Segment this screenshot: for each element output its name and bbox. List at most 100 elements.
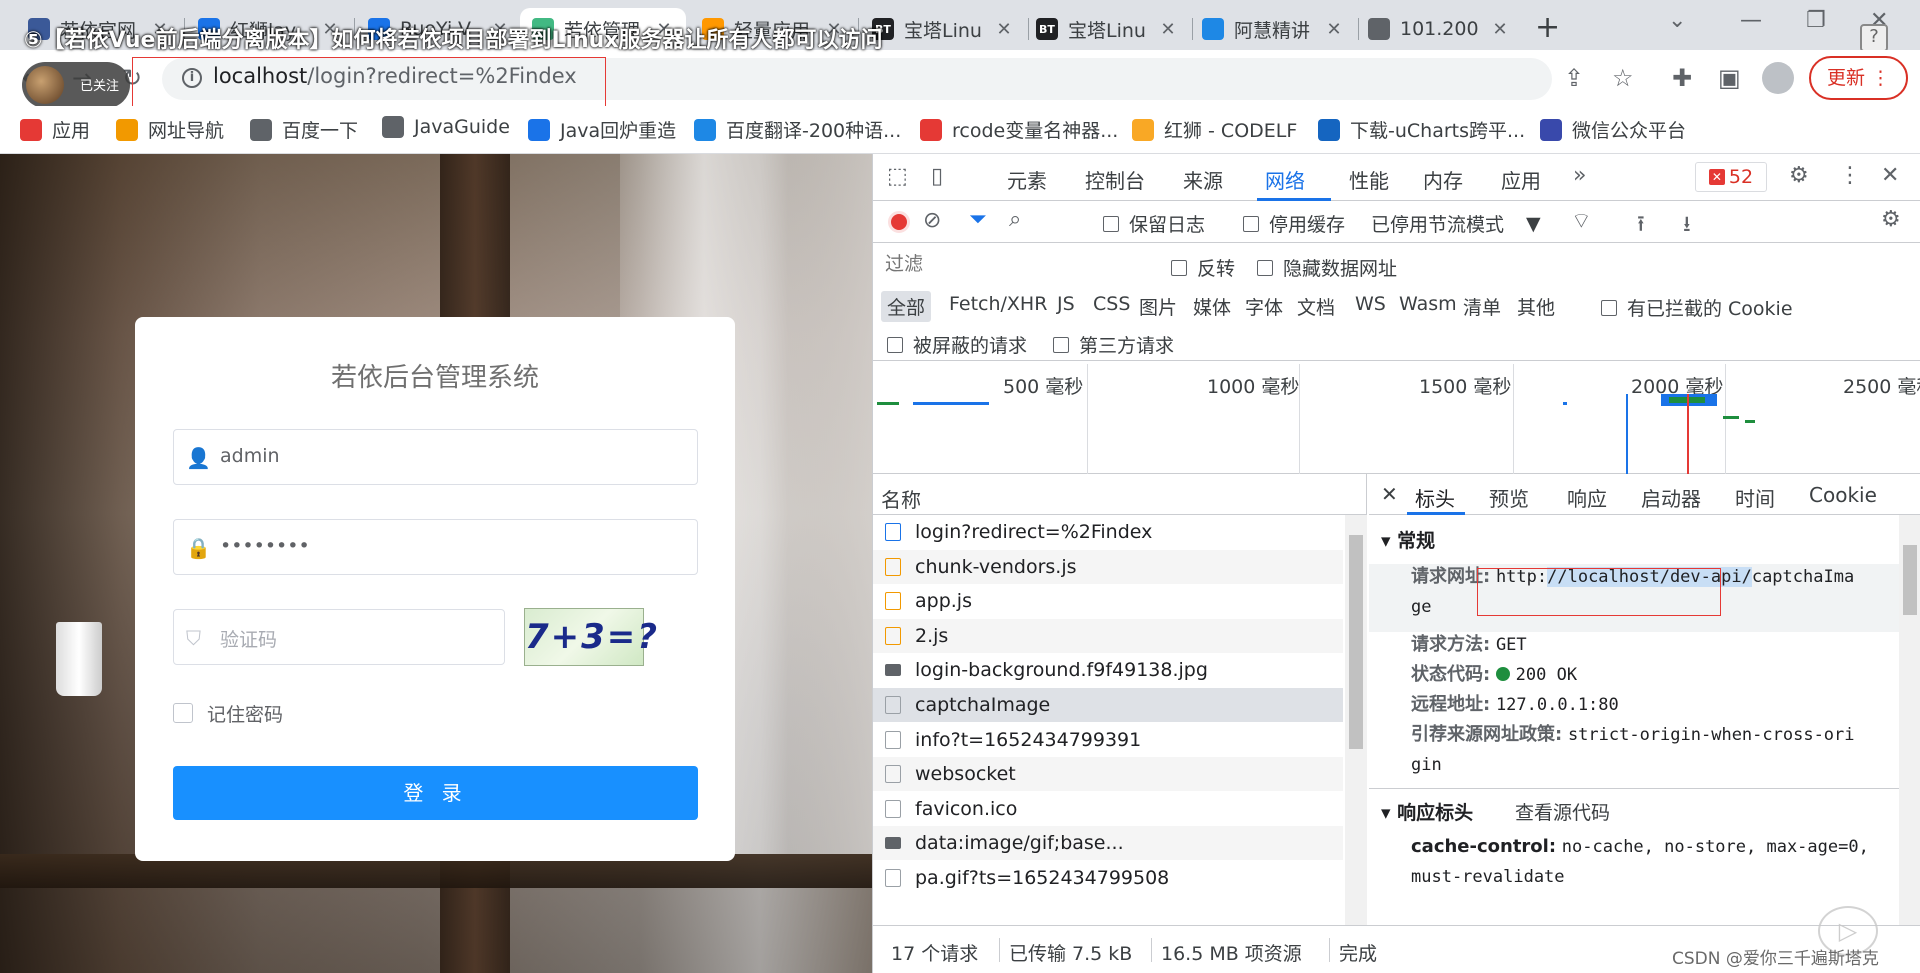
filter-icon[interactable]: ⏷ [969,207,987,232]
device-toolbar-icon[interactable]: ▯ [931,164,943,189]
import-har-icon[interactable]: ⭱ [1637,207,1645,245]
tab-close-icon[interactable]: ✕ [994,19,1014,40]
network-conditions-icon[interactable]: ⌔ [1571,207,1592,235]
tab-close-icon[interactable]: ✕ [1324,19,1344,40]
type-filter-button[interactable]: 清单 [1457,291,1507,322]
bookmark-item[interactable]: 下载-uCharts跨平... [1318,116,1525,143]
export-har-icon[interactable]: ⭳ [1683,207,1691,245]
view-source-link[interactable]: 查看源代码 [1515,798,1610,825]
bookmark-item[interactable]: 网址导航 [116,116,224,143]
browser-tab[interactable]: 阿慧精讲 ✕ [1190,8,1356,50]
type-filter-button[interactable]: 其他 [1511,291,1561,322]
name-column-header[interactable]: 名称 [873,474,1367,515]
disable-cache-checkbox[interactable]: 停用缓存 [1243,210,1345,237]
type-filter-button[interactable]: Fetch/XHR [943,291,1053,317]
captcha-image[interactable]: 7+3=? [524,608,657,666]
devtools-tab[interactable]: 来源 [1183,165,1223,194]
bookmark-item[interactable]: 百度一下 [250,116,358,143]
browser-tab[interactable]: BT 宝塔Linu ✕ [1024,8,1190,50]
third-party-checkbox[interactable]: 第三方请求 [1053,331,1174,358]
table-row[interactable]: login?redirect=%2Findex [873,515,1343,549]
tab-close-icon[interactable]: ✕ [1158,19,1178,40]
hide-data-urls-checkbox[interactable]: 隐藏数据网址 [1257,254,1397,281]
detail-tab[interactable]: 响应 [1567,483,1607,512]
table-row[interactable]: 2.js [873,618,1343,653]
new-tab-button[interactable]: + [1535,10,1560,45]
type-filter-button[interactable]: 图片 [1133,291,1183,322]
clear-icon[interactable]: ⊘ [923,208,941,233]
more-tabs-icon[interactable]: » [1573,163,1586,188]
username-input[interactable]: 👤 admin [173,429,698,485]
scrollbar-thumb[interactable] [1349,535,1363,749]
search-icon[interactable]: ⌕ [1009,207,1021,232]
devtools-tab[interactable]: 元素 [1007,165,1047,194]
table-row[interactable]: chunk-vendors.js [873,549,1343,584]
bookmark-item[interactable]: 百度翻译-200种语... [694,116,901,143]
share-icon[interactable]: ⇪ [1564,64,1584,92]
bookmark-star-icon[interactable]: ☆ [1612,64,1634,92]
devtools-tab[interactable]: 应用 [1501,165,1541,194]
remember-checkbox[interactable] [173,703,193,723]
throttle-select[interactable]: 已停用节流模式 ▼ [1371,210,1541,237]
devtools-tab[interactable]: 内存 [1423,165,1463,194]
captcha-input[interactable]: ⛉ 验证码 [173,609,505,665]
table-row[interactable]: favicon.ico [873,792,1343,826]
devtools-tab[interactable]: 性能 [1349,165,1389,194]
record-button[interactable] [888,211,910,233]
bookmark-item[interactable]: 红狮 - CODELF [1132,116,1297,143]
general-section-title[interactable]: ▾ 常规 [1381,526,1435,553]
type-filter-button[interactable]: Wasm [1393,291,1463,317]
filter-input[interactable] [879,249,1147,281]
update-button[interactable]: 更新 ⋮ [1809,56,1908,100]
response-headers-title[interactable]: ▾ 响应标头 [1381,798,1473,825]
devtools-tab[interactable]: 控制台 [1085,165,1145,194]
bookmark-item[interactable]: 应用 [20,116,90,143]
invert-checkbox[interactable]: 反转 [1171,254,1235,281]
type-filter-button[interactable]: 媒体 [1187,291,1237,322]
request-list-scrollbar[interactable] [1345,515,1367,925]
table-row[interactable]: captchaImage [873,688,1343,722]
minimize-icon[interactable]: — [1740,8,1762,33]
help-icon[interactable]: ? [1860,24,1888,52]
type-filter-button[interactable]: 全部 [881,291,932,322]
side-panel-icon[interactable]: ▣ [1718,64,1741,92]
table-row[interactable]: info?t=1652434799391 [873,723,1343,757]
table-row[interactable]: login-background.f9f49138.jpg [873,653,1343,687]
type-filter-button[interactable]: 文档 [1291,291,1341,322]
detail-tab[interactable]: 标头 [1415,483,1455,512]
tab-close-icon[interactable]: ✕ [1490,19,1510,40]
detail-tab[interactable]: 时间 [1735,483,1775,512]
profile-avatar[interactable] [1762,62,1794,94]
detail-scrollbar[interactable] [1899,515,1920,925]
browser-tab[interactable]: 101.200 ✕ [1356,8,1522,50]
restore-icon[interactable]: ❐ [1806,8,1826,33]
browser-tab[interactable]: BT 宝塔Linu ✕ [860,8,1026,50]
login-button[interactable]: 登 录 [173,766,698,820]
inspect-element-icon[interactable]: ⬚ [887,164,908,189]
settings-gear-icon[interactable]: ⚙ [1789,163,1809,188]
error-count-badge[interactable]: ✕ 52 [1695,162,1767,192]
close-devtools-icon[interactable]: ✕ [1881,163,1899,188]
tab-search-icon[interactable]: ⌄ [1668,8,1686,33]
extensions-icon[interactable]: ✚ [1672,64,1692,92]
detail-tab[interactable]: 预览 [1489,483,1529,512]
detail-tab[interactable]: Cookie [1809,483,1877,507]
blocked-requests-checkbox[interactable]: 被屏蔽的请求 [887,331,1027,358]
bookmark-item[interactable]: Java回炉重造 [528,116,676,143]
more-options-icon[interactable]: ⋮ [1839,163,1861,188]
password-input[interactable]: 🔒 •••••••• [173,519,698,575]
scrollbar-thumb[interactable] [1903,545,1917,615]
devtools-tab[interactable]: 网络 [1265,165,1305,194]
network-settings-icon[interactable]: ⚙ [1881,207,1901,232]
table-row[interactable]: pa.gif?ts=1652434799508 [873,861,1343,895]
uploader-avatar-chip[interactable]: 已关注 [22,62,130,108]
bookmark-item[interactable]: 微信公众平台 [1540,116,1686,143]
table-row[interactable]: app.js [873,584,1343,618]
table-row[interactable]: websocket [873,757,1343,792]
blocked-cookies-checkbox[interactable]: 有已拦截的 Cookie [1601,294,1793,321]
detail-tab[interactable]: 启动器 [1641,483,1701,512]
network-overview-timeline[interactable]: 500 毫秒 1000 毫秒 1500 毫秒 2000 毫秒 2500 毫秒 [873,364,1920,474]
bookmark-item[interactable]: rcode变量名神器... [920,116,1118,143]
close-detail-icon[interactable]: ✕ [1381,482,1398,506]
type-filter-button[interactable]: JS [1051,291,1081,317]
